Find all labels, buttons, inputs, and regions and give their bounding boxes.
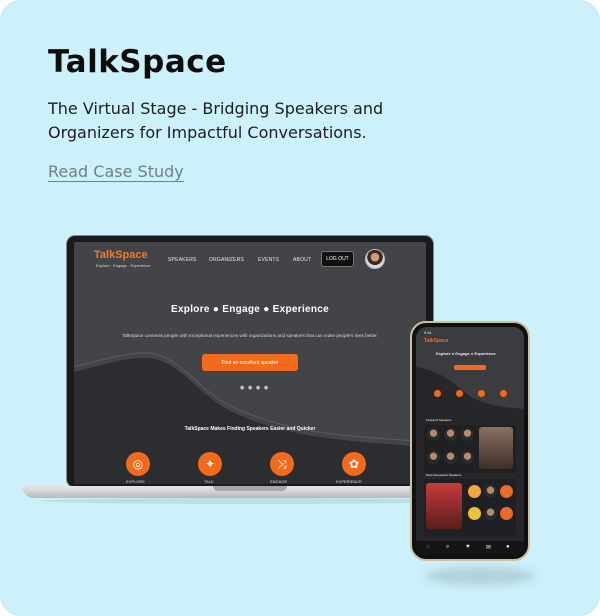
- phone-find-button[interactable]: [454, 365, 486, 370]
- requested-speaker-photo[interactable]: [426, 483, 462, 529]
- user-avatar[interactable]: [365, 249, 385, 269]
- talk-icon[interactable]: ✦: [198, 452, 222, 476]
- engage-icon[interactable]: ⤨: [270, 452, 294, 476]
- phone-chat-icon[interactable]: ✉: [486, 544, 491, 551]
- laptop-screen: TalkSpace Explore · Engage · Experience …: [74, 242, 426, 484]
- speaker-avatar[interactable]: [444, 451, 457, 464]
- phone-screen: 9:41 TalkSpace Explore ● Engage ● Experi…: [416, 327, 524, 555]
- find-speaker-button[interactable]: Find an excellent speaker: [202, 354, 298, 371]
- page-subtitle: The Virtual Stage - Bridging Speakers an…: [48, 99, 384, 142]
- feature-label-explore: EXPLORE: [126, 479, 145, 484]
- experience-icon[interactable]: ✿: [342, 452, 366, 476]
- phone-home-icon[interactable]: ⌂: [426, 544, 430, 550]
- speaker-avatar[interactable]: [461, 428, 474, 441]
- phone-section-featured: Featured Speakers: [426, 418, 452, 422]
- phone-time: 9:41: [424, 330, 432, 335]
- feature-label-engage: ENGAGE: [270, 479, 288, 484]
- phone-logo: TalkSpace: [424, 338, 449, 344]
- laptop-notch: [213, 486, 287, 491]
- speaker-avatar[interactable]: [468, 507, 481, 520]
- speaker-avatar[interactable]: [484, 485, 497, 498]
- featured-speaker-photo[interactable]: [479, 427, 513, 469]
- read-case-study-link[interactable]: Read Case Study: [48, 162, 184, 181]
- phone-explore-icon[interactable]: [434, 390, 441, 397]
- speaker-avatar[interactable]: [468, 485, 481, 498]
- phone-experience-icon[interactable]: [500, 390, 507, 397]
- carousel-dots[interactable]: ● ● ● ●: [240, 385, 269, 391]
- hero-text: TalkSpace connects people with exception…: [122, 333, 378, 338]
- phone-engage-icon[interactable]: [478, 390, 485, 397]
- feature-label-experience: EXPERIENCE: [336, 479, 362, 484]
- hero-title: Explore ● Engage ● Experience: [170, 304, 330, 315]
- phone-heart-icon[interactable]: ♥: [466, 544, 470, 550]
- section-title: TalkSpace Makes Finding Speakers Easier …: [184, 426, 316, 432]
- page-title: TalkSpace: [48, 44, 227, 80]
- laptop-logo-tagline: Explore · Engage · Experience: [96, 263, 151, 268]
- speaker-avatar[interactable]: [427, 428, 440, 441]
- phone-hero-title: Explore ● Engage ● Experience: [436, 351, 496, 356]
- speaker-avatar[interactable]: [427, 451, 440, 464]
- laptop-logo[interactable]: TalkSpace: [94, 249, 148, 261]
- phone-shadow: [425, 566, 535, 586]
- nav-speakers[interactable]: SPEAKERS: [168, 257, 197, 263]
- phone-talk-icon[interactable]: [456, 390, 463, 397]
- phone-profile-icon[interactable]: ●: [506, 544, 510, 550]
- nav-organizers[interactable]: ORGANIZERS: [209, 257, 244, 263]
- speaker-avatar[interactable]: [500, 507, 513, 520]
- nav-events[interactable]: EVENTS: [258, 257, 279, 263]
- explore-icon[interactable]: ◎: [126, 452, 150, 476]
- speaker-avatar[interactable]: [500, 485, 513, 498]
- case-study-card: TalkSpace The Virtual Stage - Bridging S…: [0, 0, 600, 616]
- feature-label-talk: TALK: [204, 479, 214, 484]
- speaker-avatar[interactable]: [484, 507, 497, 520]
- logout-button[interactable]: LOG OUT: [321, 251, 354, 267]
- speaker-avatar[interactable]: [461, 451, 474, 464]
- laptop-shadow: [40, 498, 460, 504]
- phone-section-requested: Most Requested Speakers: [426, 473, 462, 477]
- speaker-avatar[interactable]: [444, 428, 457, 441]
- nav-about[interactable]: ABOUT: [293, 257, 311, 263]
- phone-search-icon[interactable]: ⌕: [446, 544, 449, 551]
